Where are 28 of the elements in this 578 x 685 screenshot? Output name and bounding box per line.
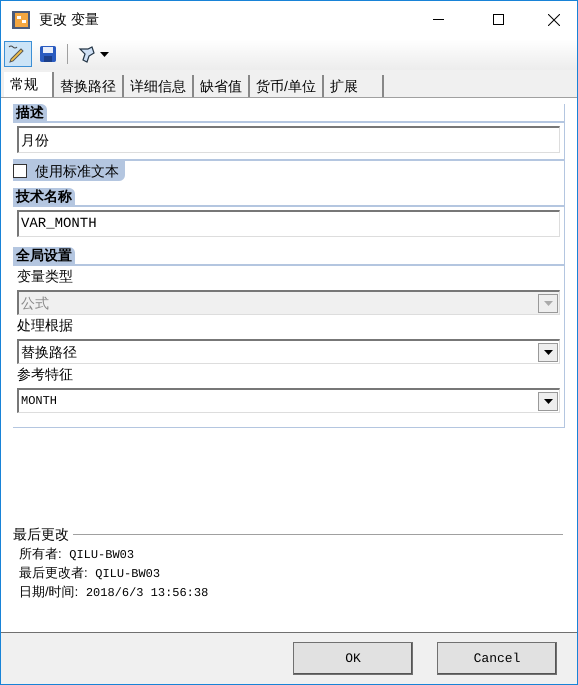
dialog-button[interactable]: OK — [293, 642, 413, 675]
dropdown-arrow-icon — [544, 350, 552, 354]
close-icon — [548, 14, 560, 26]
section-heading: 描述 — [13, 104, 47, 121]
app-icon — [11, 10, 31, 30]
section-heading: 最后更改 — [13, 525, 69, 544]
info-line: 最后更改者: QILU-BW03 — [18, 564, 162, 583]
text-field[interactable]: 月份 — [17, 126, 560, 153]
caret-icon — [100, 52, 109, 56]
tab[interactable]: 常规 — [4, 72, 54, 97]
dropdown[interactable]: MONTH — [17, 388, 560, 413]
field-label: 变量类型 — [17, 267, 74, 286]
info-line: 所有者: QILU-BW03 — [18, 545, 136, 564]
dropdown[interactable]: 替换路径 — [17, 339, 560, 364]
window-title: 更改 变量 — [39, 10, 99, 29]
section-heading: 全局设置 — [13, 247, 75, 264]
checkbox[interactable] — [13, 164, 27, 178]
maximize-icon — [492, 14, 504, 25]
dropdown-arrow-icon — [544, 300, 552, 306]
dropdown-arrow-icon — [544, 398, 552, 404]
text-field[interactable]: VAR_MONTH — [17, 210, 560, 237]
info-line: 日期/时间: 2018/6/3 13:56:38 — [18, 583, 210, 602]
dialog-button[interactable]: Cancel — [437, 642, 557, 675]
field-label: 处理根据 — [17, 316, 74, 335]
field-label: 参考特征 — [17, 365, 74, 384]
checkbox-label: 使用标准文本 — [35, 162, 119, 180]
section-heading: 技术名称 — [13, 188, 75, 205]
save-icon — [37, 43, 59, 65]
